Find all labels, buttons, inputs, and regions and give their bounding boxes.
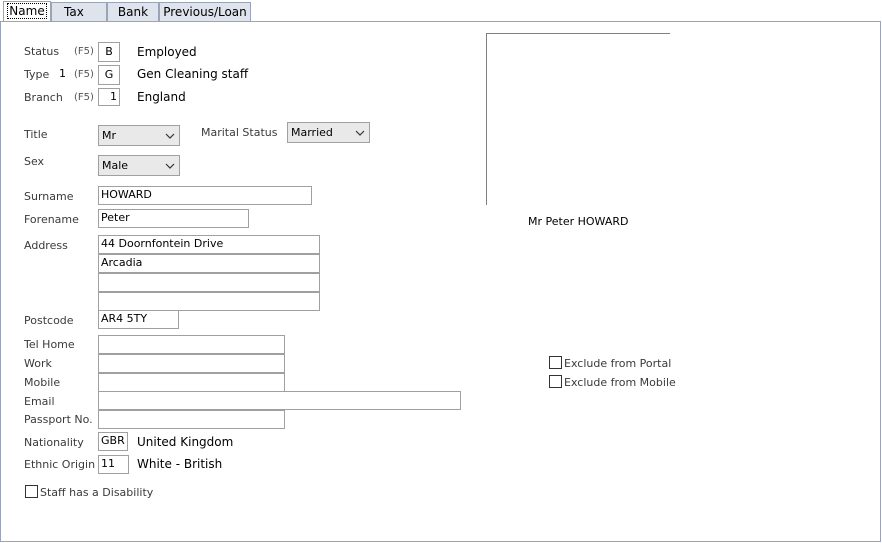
title-select-value: Mr — [102, 129, 117, 142]
photo-frame — [486, 33, 670, 205]
surname-input[interactable]: HOWARD — [98, 186, 312, 205]
sex-label: Sex — [24, 155, 45, 168]
employee-display-name: Mr Peter HOWARD — [528, 215, 629, 228]
exclude-mobile-checkbox[interactable] — [549, 375, 562, 388]
status-description: Employed — [137, 45, 197, 59]
type-f5-hint: (F5) — [74, 69, 94, 80]
mobile-input[interactable] — [98, 373, 285, 392]
chevron-down-icon — [165, 133, 175, 139]
email-label: Email — [24, 395, 55, 408]
disability-label: Staff has a Disability — [40, 486, 154, 499]
postcode-label: Postcode — [24, 314, 74, 327]
status-f5-hint: (F5) — [74, 46, 94, 57]
work-phone-input[interactable] — [98, 354, 285, 373]
address-line-1-input[interactable]: 44 Doornfontein Drive — [98, 235, 320, 254]
nationality-description: United Kingdom — [137, 435, 234, 449]
marital-status-label: Marital Status — [201, 126, 278, 139]
forename-label: Forename — [24, 213, 79, 226]
chevron-down-icon — [355, 130, 365, 136]
type-number: 1 — [59, 67, 66, 80]
tel-home-label: Tel Home — [24, 338, 75, 351]
sex-select[interactable]: Male — [98, 155, 180, 176]
postcode-input[interactable]: AR4 5TY — [98, 310, 179, 329]
ethnic-origin-description: White - British — [137, 457, 223, 471]
work-label: Work — [24, 357, 52, 370]
disability-checkbox[interactable] — [25, 485, 38, 498]
tab-previous-loan[interactable]: Previous/Loan — [159, 2, 251, 21]
type-label: Type — [24, 68, 50, 81]
address-line-4-input[interactable] — [98, 292, 320, 311]
title-select[interactable]: Mr — [98, 125, 180, 146]
nationality-code-input[interactable]: GBR — [98, 432, 128, 451]
marital-status-value: Married — [291, 126, 333, 139]
email-input[interactable] — [98, 391, 461, 410]
exclude-mobile-label: Exclude from Mobile — [564, 376, 676, 389]
branch-f5-hint: (F5) — [74, 92, 94, 103]
exclude-portal-label: Exclude from Portal — [564, 357, 672, 370]
title-label: Title — [24, 128, 48, 141]
tab-tax[interactable]: Tax — [51, 2, 107, 21]
mobile-label: Mobile — [24, 376, 61, 389]
passport-label: Passport No. — [24, 413, 93, 426]
passport-input[interactable] — [98, 410, 285, 429]
tab-name[interactable]: Name — [3, 1, 51, 22]
address-line-2-input[interactable]: Arcadia — [98, 254, 320, 273]
ethnic-origin-label: Ethnic Origin — [24, 458, 96, 471]
branch-code-input[interactable]: 1 — [98, 88, 120, 106]
branch-label: Branch — [24, 91, 63, 104]
chevron-down-icon — [165, 163, 175, 169]
surname-label: Surname — [24, 190, 74, 203]
ethnic-origin-code-input[interactable]: 11 — [98, 455, 129, 474]
forename-input[interactable]: Peter — [98, 209, 249, 228]
exclude-portal-checkbox[interactable] — [549, 356, 562, 369]
marital-status-select[interactable]: Married — [287, 122, 370, 143]
tab-bar: Name Tax Bank Previous/Loan — [0, 0, 882, 22]
sex-select-value: Male — [102, 159, 129, 172]
nationality-label: Nationality — [24, 436, 84, 449]
tel-home-input[interactable] — [98, 335, 285, 354]
type-description: Gen Cleaning staff — [137, 67, 249, 81]
tab-name-label: Name — [7, 3, 47, 19]
address-label: Address — [24, 239, 68, 252]
status-label: Status — [24, 45, 60, 58]
status-code-input[interactable]: B — [98, 42, 120, 62]
tab-bank[interactable]: Bank — [107, 2, 159, 21]
address-line-3-input[interactable] — [98, 273, 320, 292]
type-code-input[interactable]: G — [98, 65, 120, 85]
branch-description: England — [137, 90, 186, 104]
